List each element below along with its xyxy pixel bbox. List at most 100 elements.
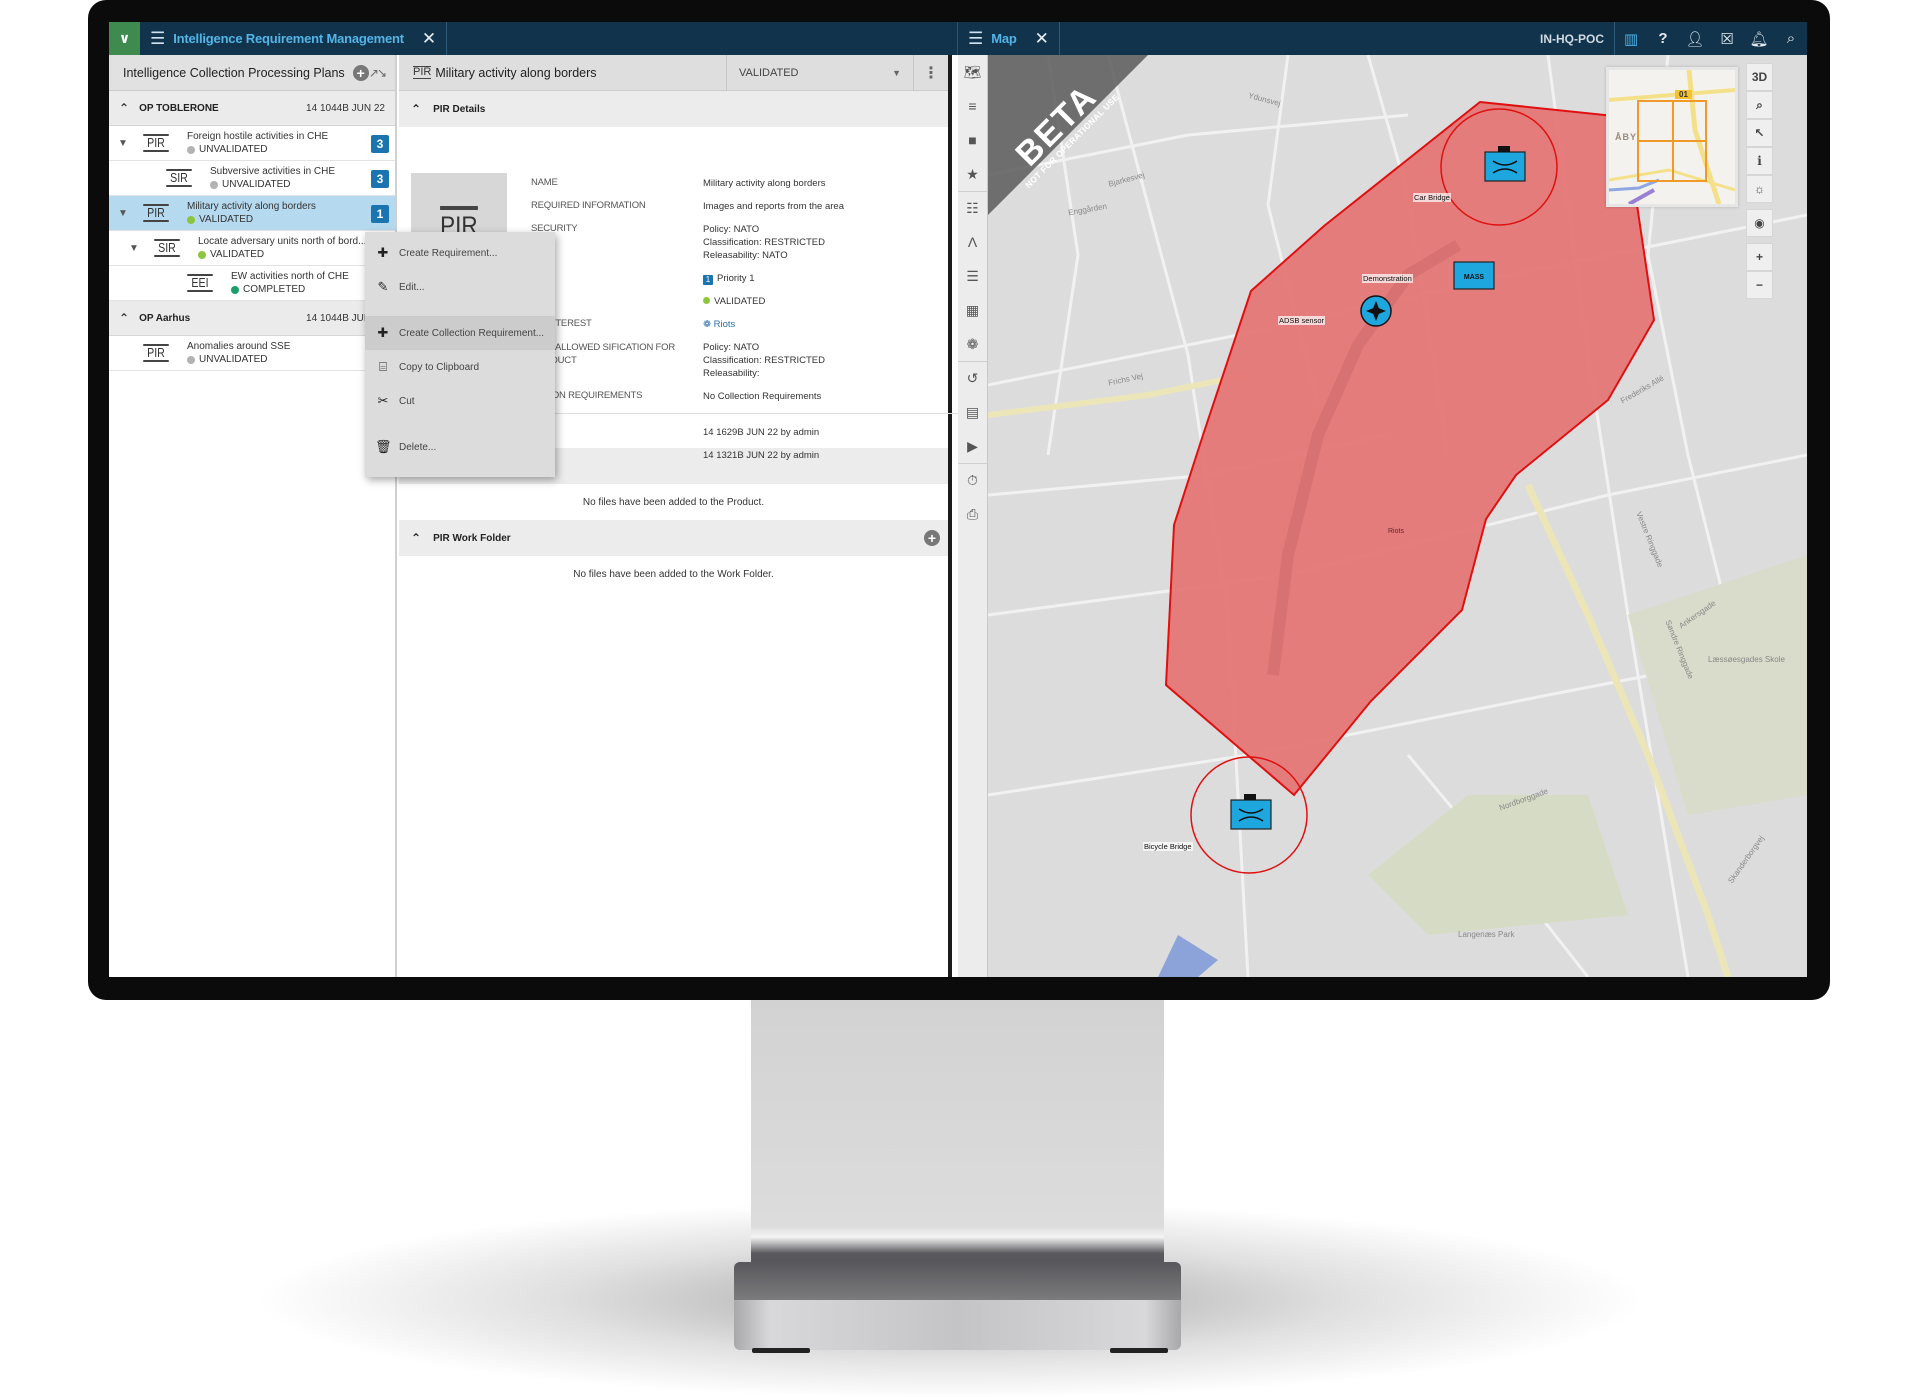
eye-icon[interactable]: ◉: [1746, 209, 1773, 237]
user-icon[interactable]: 👤︎: [1679, 30, 1711, 48]
chevron-up-icon: ⌃: [411, 102, 422, 116]
section-header-work-folder[interactable]: ⌃ PIR Work Folder +: [399, 520, 948, 556]
layout-icon[interactable]: ▥: [1615, 30, 1647, 48]
status-dot-icon: [187, 355, 195, 364]
overview-minimap[interactable]: ÅBY 01: [1606, 67, 1738, 207]
requirement-row[interactable]: EEI EW activities north of CHE COMPLETED: [109, 266, 395, 301]
field-value: Military activity along borders: [703, 178, 826, 189]
field-label: NAME: [531, 177, 558, 188]
expand-triangle-icon[interactable]: ▼: [128, 243, 140, 254]
requirement-row[interactable]: ▼ PIR Foreign hostile activities in CHE …: [109, 126, 395, 161]
menu-item-label: Cut: [399, 395, 415, 407]
status-indicator: COMPLETED: [231, 284, 349, 295]
brightness-icon[interactable]: ☼: [1746, 175, 1773, 203]
street-label: Langenæs Park: [1458, 930, 1515, 939]
menu-item-label: Create Requirement...: [399, 247, 498, 259]
add-file-button[interactable]: +: [924, 530, 940, 546]
legend-icon[interactable]: ▦: [958, 293, 987, 327]
pir-type-icon: PIR: [143, 344, 169, 362]
timer-icon[interactable]: ⏱︎: [958, 463, 987, 497]
3d-toggle-button[interactable]: 3D: [1746, 63, 1773, 91]
status-label: COMPLETED: [243, 284, 306, 295]
field-value: 14 1629B JUN 22 by admin: [703, 427, 820, 438]
monitor-stand-base-top: [734, 1262, 1181, 1302]
select-icon[interactable]: ↖: [1746, 119, 1773, 147]
detail-field: SECURITY Policy: NATO Classification: RES…: [531, 223, 941, 262]
footprints-icon[interactable]: ❁: [958, 327, 987, 361]
requirement-row[interactable]: SIR Subversive activities in CHE UNVALID…: [109, 161, 395, 196]
scissors-icon: ✂: [377, 393, 389, 408]
more-options-icon[interactable]: ⋮: [914, 63, 948, 83]
print-icon[interactable]: ⎙: [958, 497, 987, 531]
status-dot-icon: [210, 180, 218, 189]
chevron-down-icon[interactable]: ∨: [109, 22, 140, 55]
detail-field: US VALIDATED: [531, 295, 941, 308]
plan-group-header[interactable]: ⌃ OP TOBLERONE 14 1044B JUN 22: [109, 91, 395, 126]
expand-icon[interactable]: ↗↘: [369, 66, 387, 80]
plan-group-header[interactable]: ⌃ OP Aarhus 14 1044B JUN 22: [109, 301, 395, 336]
status-label: VALIDATED: [210, 249, 265, 260]
star-icon[interactable]: ★: [958, 157, 987, 191]
context-menu-item[interactable]: ✂ Cut: [365, 384, 555, 418]
add-plan-button[interactable]: +: [352, 64, 369, 81]
context-menu-item[interactable]: 🗑︎ Delete...: [365, 430, 555, 464]
zoom-in-icon[interactable]: +: [1746, 243, 1773, 271]
film-icon[interactable]: ▤: [958, 395, 987, 429]
chevron-up-icon: ⌃: [119, 101, 130, 115]
plan-date: 14 1044B JUN 22: [306, 102, 385, 114]
monitor-foot: [1110, 1348, 1168, 1353]
field-value: Policy: NATO Classification: RESTRICTED Re…: [703, 224, 825, 261]
hamburger-icon[interactable]: ☰: [968, 29, 983, 49]
requirement-row[interactable]: ▼ SIR Locate adversary units north of bo…: [109, 231, 395, 266]
zoom-area-icon[interactable]: ⌕: [1746, 91, 1773, 119]
help-icon[interactable]: ?: [1647, 30, 1679, 47]
history-icon[interactable]: ↺: [958, 361, 987, 395]
status-dropdown[interactable]: VALIDATED ▼: [726, 54, 914, 91]
zoom-out-icon[interactable]: −: [1746, 271, 1773, 299]
compass-icon[interactable]: Λ: [958, 225, 987, 259]
hierarchy-icon[interactable]: ☷: [958, 191, 987, 225]
expand-triangle-icon[interactable]: ▼: [117, 138, 129, 149]
sir-type-icon: SIR: [166, 169, 192, 187]
hamburger-icon[interactable]: ☰: [150, 29, 165, 49]
video-icon[interactable]: ▶: [958, 429, 987, 463]
unit-label: ADSB sensor: [1278, 316, 1326, 325]
requirement-row[interactable]: ▼ PIR Military activity along borders VA…: [109, 196, 395, 231]
status-dot-icon: [231, 285, 239, 294]
field-label: TED: [531, 449, 703, 462]
presentation-icon[interactable]: ☒: [1711, 30, 1743, 48]
status-label: UNVALIDATED: [199, 144, 268, 155]
expand-triangle-icon[interactable]: ▼: [117, 208, 129, 219]
divider: [1058, 22, 1060, 55]
layers-icon[interactable]: ≡: [958, 89, 987, 123]
status-indicator: VALIDATED: [198, 249, 366, 260]
clipboard-icon: ⌸: [379, 359, 387, 374]
context-menu-item[interactable]: ✚ Create Requirement...: [365, 236, 555, 270]
unit-label: Bicycle Bridge: [1143, 842, 1193, 851]
detail-field: NAME Military activity along borders: [531, 177, 941, 190]
unit-label: Demonstration: [1362, 274, 1413, 283]
field-label: FIED: [531, 426, 703, 439]
divider: [446, 22, 448, 55]
field-value: No Collection Requirements: [703, 391, 822, 402]
bell-icon[interactable]: 🔔︎: [1743, 30, 1775, 48]
context-menu-item[interactable]: ✎ Edit...: [365, 270, 555, 304]
close-icon[interactable]: ✕: [1035, 29, 1049, 49]
shapes-icon[interactable]: ■: [958, 123, 987, 157]
map-icon[interactable]: 🗺︎: [958, 55, 987, 89]
layers-stack-icon[interactable]: ☰: [958, 259, 987, 293]
detail-field: MUM ALLOWED SIFICATION FOR PRODUCT Polic…: [531, 341, 941, 380]
area-of-interest-link[interactable]: ❁ Riots: [703, 319, 735, 330]
context-menu-item[interactable]: ⌸ Copy to Clipboard: [365, 350, 555, 384]
close-icon[interactable]: ✕: [422, 29, 436, 49]
context-menu-item[interactable]: ✚ Create Collection Requirement...: [365, 316, 555, 350]
requirement-row[interactable]: PIR Anomalies around SSE UNVALIDATED: [109, 336, 395, 371]
map-view[interactable]: MASS Riots Car Bridge Demonstration ADSB…: [958, 55, 1807, 977]
detail-panel: PIR Military activity along borders VALI…: [396, 54, 961, 977]
requirement-title: Military activity along borders: [187, 201, 316, 212]
section-header-details[interactable]: ⌃ PIR Details: [399, 91, 948, 127]
search-icon[interactable]: ⌕: [1775, 30, 1807, 47]
detail-field: OF INTEREST ❁ Riots: [531, 318, 941, 331]
field-label: ITY: [531, 272, 703, 285]
info-icon[interactable]: i: [1746, 147, 1773, 175]
